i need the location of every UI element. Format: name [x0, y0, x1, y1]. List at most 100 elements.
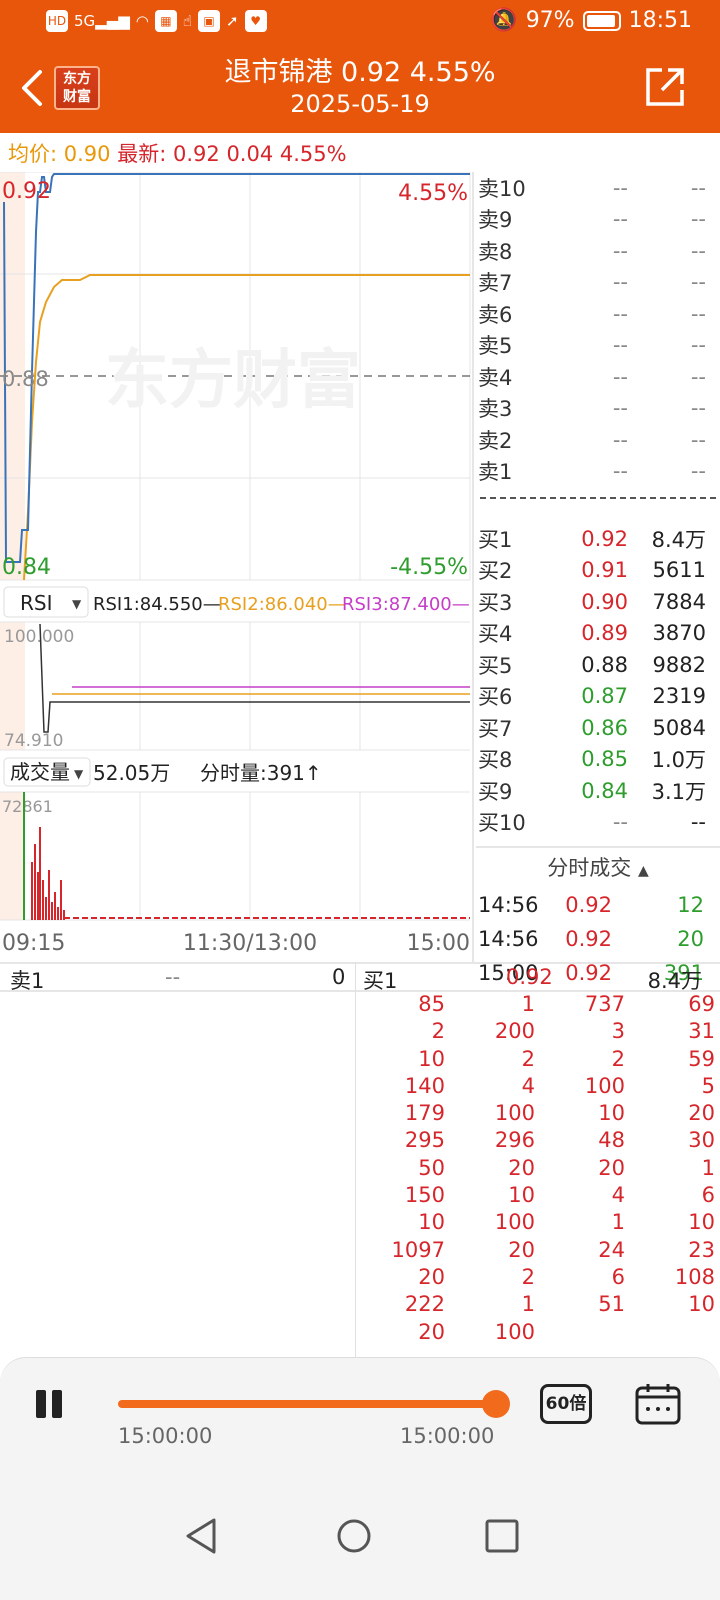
- queue-cell: 1: [521, 992, 535, 1016]
- nav-recents-icon[interactable]: [480, 1514, 524, 1558]
- ask-row[interactable]: 卖9 -- --: [476, 204, 720, 236]
- queue-cell: 20: [418, 1319, 445, 1344]
- price-info-bar: 均价: 0.90 最新: 0.92 0.04 4.55%: [8, 138, 347, 168]
- queue-cell: 69: [688, 992, 715, 1016]
- latest-pct: 4.55%: [279, 142, 347, 166]
- volume-dropdown-icon[interactable]: ▼: [74, 767, 84, 781]
- volume-grid: [0, 791, 470, 921]
- progress-knob[interactable]: [482, 1390, 510, 1418]
- time-start: 09:15: [2, 931, 65, 956]
- bid-row[interactable]: 买9 0.84 3.1万: [476, 775, 720, 807]
- system-nav-bar: [0, 1492, 720, 1600]
- queue-cell: 140: [404, 1073, 445, 1098]
- rsi3-legend: RSI3:87.400—: [342, 594, 470, 615]
- queue-cell: 3: [611, 1019, 625, 1044]
- bid-volume: 5611: [652, 558, 706, 583]
- rsi-dropdown-icon[interactable]: ▼: [72, 597, 82, 611]
- queue-cell: 4: [611, 1183, 625, 1208]
- queue-cell: 100: [584, 1073, 625, 1098]
- ask-row[interactable]: 卖10 -- --: [476, 172, 720, 204]
- nav-home-icon[interactable]: [332, 1514, 376, 1558]
- queue-cell: 2: [521, 1046, 535, 1071]
- nav-back-icon[interactable]: [180, 1514, 224, 1558]
- bid-price: 0.86: [581, 715, 628, 740]
- fenshi-title-row[interactable]: 分时成交 ▲: [476, 848, 720, 888]
- bid-label: 买7: [478, 716, 513, 741]
- stock-title: 退市锦港 0.92 4.55%: [224, 57, 496, 88]
- pause-icon[interactable]: [34, 1390, 64, 1422]
- queue-cell: 100: [494, 1101, 535, 1126]
- ask-row[interactable]: 卖4 -- --: [476, 361, 720, 393]
- bid-price: 0.87: [581, 684, 628, 709]
- queue-cell: 50: [418, 1155, 445, 1180]
- queue-cell: 10: [688, 1210, 715, 1235]
- bid-row[interactable]: 买8 0.85 1.0万: [476, 744, 720, 776]
- share-external-icon[interactable]: [644, 66, 686, 108]
- ask-volume: --: [690, 270, 706, 295]
- fenshi-title: 分时成交: [547, 856, 632, 880]
- ask-volume: --: [690, 333, 706, 358]
- bid-volume: 9882: [652, 652, 706, 677]
- ask-label: 卖9: [478, 208, 513, 233]
- bid-row[interactable]: 买1 0.92 8.4万: [476, 523, 720, 555]
- app-notification-icon: ▦: [154, 10, 177, 32]
- avg-price-line: [23, 274, 470, 581]
- queue-cell: 150: [404, 1183, 445, 1208]
- ask-price: --: [612, 238, 628, 263]
- intraday-chart-panel[interactable]: 东方财富 0.92 4.55% 0.88 0.84 -4.55% RSI ▼ R…: [0, 172, 472, 962]
- bid-row[interactable]: 买3 0.90 7884: [476, 586, 720, 618]
- queue-cell: 20: [418, 1264, 445, 1289]
- volume-max-label: 72861: [2, 797, 53, 816]
- queue-cell: 1: [701, 1155, 715, 1180]
- queue-cell: 179: [404, 1101, 445, 1126]
- bid-row[interactable]: 买2 0.91 5611: [476, 555, 720, 587]
- ask-volume: --: [690, 238, 706, 263]
- order-book: 卖10 -- -- 卖9 -- -- 卖8 -- -- 卖7 -- -- 卖6 -- -- 卖5 -- -- 卖4 -…: [476, 172, 720, 990]
- bid-row[interactable]: 买7 0.86 5084: [476, 712, 720, 744]
- bid-row[interactable]: 买4 0.89 3870: [476, 618, 720, 650]
- status-right: 🔕 97% 18:51: [490, 8, 692, 33]
- avg-label: 均价:: [8, 142, 58, 166]
- ask-row[interactable]: 卖5 -- --: [476, 330, 720, 362]
- triangle-up-icon: ▲: [637, 863, 649, 879]
- ask-row[interactable]: 卖2 -- --: [476, 424, 720, 456]
- price-low-label: 0.84: [2, 555, 51, 580]
- ask-row[interactable]: 卖8 -- --: [476, 235, 720, 267]
- speed-button[interactable]: 60倍: [540, 1384, 592, 1424]
- replay-progress-track[interactable]: [118, 1400, 498, 1408]
- bid-row[interactable]: 买6 0.87 2319: [476, 681, 720, 713]
- top-header: HD 5G▂▄▆ ◠ ▦ ☝ ▣ ➚ ♥ 🔕 97% 18:51 东方 财富 退…: [0, 0, 720, 133]
- queue-cell: 10: [418, 1046, 445, 1071]
- bid-volume: 8.4万: [651, 527, 706, 552]
- queue-row: 2 200 3 31: [355, 1019, 715, 1046]
- queue-cell: 737: [584, 992, 625, 1016]
- ask-row[interactable]: 卖7 -- --: [476, 267, 720, 299]
- ask-row[interactable]: 卖6 -- --: [476, 298, 720, 330]
- queue-sell-price: --: [165, 965, 181, 989]
- bid-label: 买4: [478, 622, 513, 647]
- status-bar: HD 5G▂▄▆ ◠ ▦ ☝ ▣ ➚ ♥ 🔕 97% 18:51: [0, 0, 720, 44]
- queue-cell: 4: [521, 1073, 535, 1098]
- queue-cell: 30: [688, 1128, 715, 1153]
- ask-volume: --: [690, 207, 706, 232]
- queue-cell: 10: [688, 1292, 715, 1317]
- calendar-icon[interactable]: [634, 1382, 682, 1426]
- bid-label: 买1: [478, 527, 513, 552]
- ask-row[interactable]: 卖1 -- --: [476, 456, 720, 488]
- bid-volume: --: [690, 810, 706, 835]
- avg-value: 0.90: [63, 142, 111, 166]
- rsi2-legend: RSI2:86.040—: [218, 594, 346, 615]
- price-high-label: 0.92: [2, 179, 51, 204]
- bid-row[interactable]: 买5 0.88 9882: [476, 649, 720, 681]
- replay-end-time: 15:00:00: [400, 1424, 495, 1448]
- ask-row[interactable]: 卖3 -- --: [476, 393, 720, 425]
- bid-volume: 7884: [652, 589, 706, 614]
- bid-row[interactable]: 买10 -- --: [476, 807, 720, 839]
- bid-label: 买3: [478, 590, 513, 615]
- volume-bars: [31, 827, 65, 920]
- ask-price: --: [612, 364, 628, 389]
- rsi-min-label: 74.910: [4, 731, 63, 751]
- rsi-max-label: 100.000: [4, 627, 74, 647]
- queue-row: 222 1 51 10: [355, 1292, 715, 1319]
- latest-change: 0.04: [226, 142, 274, 166]
